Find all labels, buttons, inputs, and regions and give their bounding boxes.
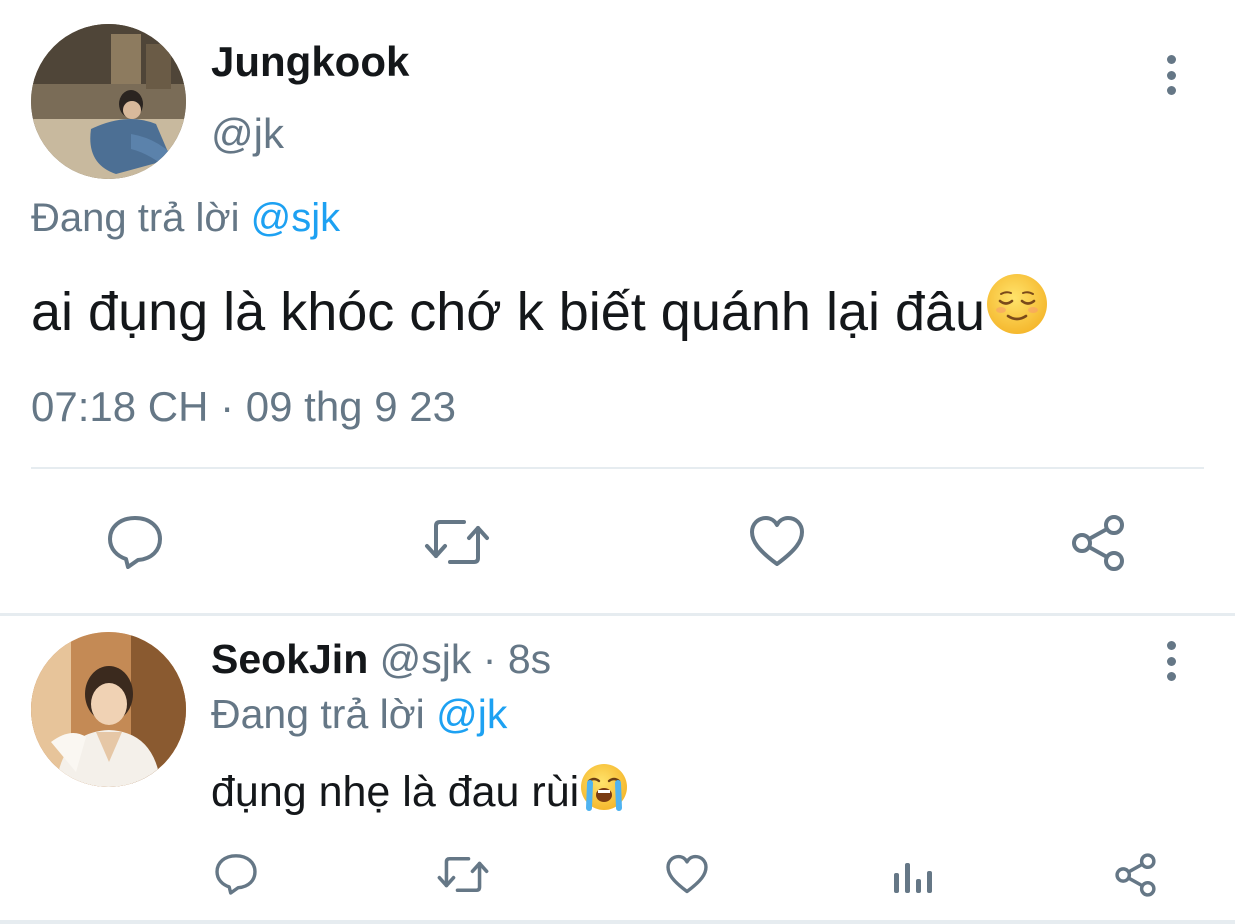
main-tweet: Jungkook @jk Đang trả lời @sjk ai đụng l… (0, 0, 1235, 614)
tweet-text-content: đụng nhẹ là đau rùi (211, 768, 580, 816)
retweet-icon[interactable] (424, 516, 490, 568)
analytics-icon[interactable] (892, 855, 932, 895)
divider (31, 467, 1204, 469)
avatar-photo-seokjin (31, 632, 186, 787)
reply-header: SeokJin @sjk · 8s (211, 636, 551, 683)
avatar[interactable] (31, 24, 186, 179)
tweet-text-content: ai đụng là khóc chớ k biết quánh lại đâu (31, 282, 986, 342)
display-name[interactable]: Jungkook (211, 38, 409, 86)
more-options-icon[interactable] (1165, 55, 1177, 95)
loudly-crying-face-icon (579, 762, 629, 823)
display-name[interactable]: SeokJin (211, 636, 368, 682)
replying-prefix: Đang trả lời (31, 196, 240, 240)
replying-to-mention[interactable]: @jk (436, 691, 507, 737)
like-icon[interactable] (748, 514, 806, 568)
user-handle[interactable]: @jk (211, 110, 284, 158)
replying-to-line: Đang trả lời @sjk (31, 196, 340, 241)
like-icon[interactable] (665, 853, 709, 895)
divider (0, 920, 1235, 924)
divider (0, 613, 1235, 616)
tweet-timestamp: 07:18 CH · 09 thg 9 23 (31, 383, 456, 430)
separator-dot: · (471, 636, 508, 682)
avatar-photo-jungkook (31, 24, 186, 179)
more-options-icon[interactable] (1165, 641, 1177, 681)
reply-icon[interactable] (214, 852, 258, 896)
retweet-icon[interactable] (437, 854, 489, 895)
tweet-text: đụng nhẹ là đau rùi (211, 762, 629, 823)
relieved-face-icon (985, 272, 1049, 349)
tweet-text: ai đụng là khóc chớ k biết quánh lại đâu (31, 272, 1049, 349)
reply-icon[interactable] (106, 514, 164, 570)
tweet-thread-page: Jungkook @jk Đang trả lời @sjk ai đụng l… (0, 0, 1235, 924)
replying-to-mention[interactable]: @sjk (251, 196, 341, 240)
avatar[interactable] (31, 632, 186, 787)
share-icon[interactable] (1114, 852, 1160, 898)
replying-prefix: Đang trả lời (211, 691, 425, 737)
tweet-time-ago[interactable]: 8s (508, 636, 551, 682)
replying-to-line: Đang trả lời @jk (211, 691, 507, 738)
share-icon[interactable] (1070, 513, 1130, 573)
user-handle[interactable]: @sjk (380, 636, 472, 682)
